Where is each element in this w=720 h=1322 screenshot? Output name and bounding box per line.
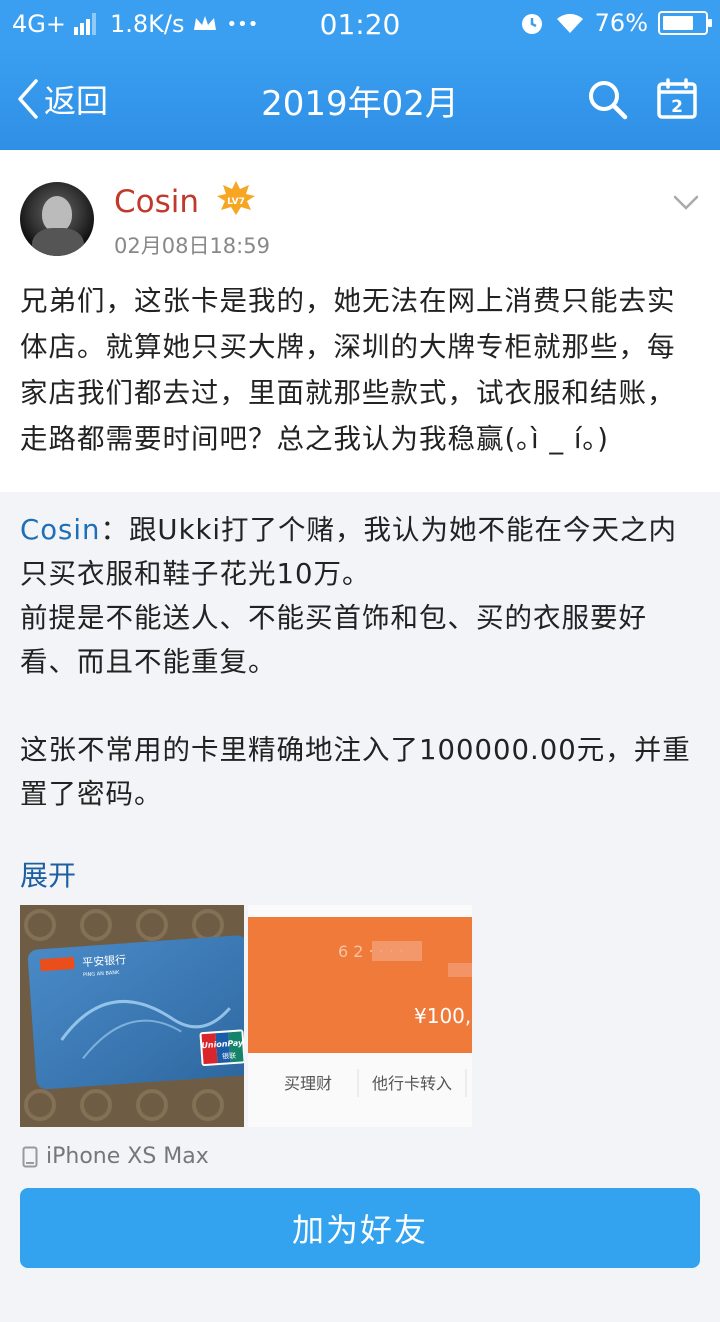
transfer-in-label: 他行卡转入	[372, 1074, 452, 1093]
author-name[interactable]: Cosin	[114, 184, 199, 220]
alarm-icon	[521, 14, 542, 34]
device-name: iPhone XS Max	[46, 1144, 209, 1169]
balance-amount: ¥100,0	[414, 1004, 472, 1028]
battery-percent: 76%	[594, 9, 648, 37]
post-content: 兄弟们，这张卡是我的，她无法在网上消费只能去实体店。就算她只买大牌，深圳的大牌专…	[20, 285, 676, 455]
chevron-down-icon[interactable]	[672, 192, 700, 214]
calendar-day: 2	[671, 97, 683, 117]
unionpay-cn: 银联	[222, 1051, 237, 1061]
quote-content: 跟Ukki打了个赌，我认为她不能在今天之内只买衣服和鞋子花光10万。 前提是不能…	[20, 514, 691, 810]
bank-card-image: 平安银行 PING AN BANK UnionPay 银联	[20, 905, 244, 1127]
nav-bar: 返回 2019年02月 2	[0, 48, 720, 150]
wifi-icon	[556, 13, 583, 33]
status-bar: 4G+ 1.8K/s ••• 01:20 76%	[0, 0, 720, 48]
buy-finance-label: 买理财	[284, 1074, 332, 1093]
quote-author[interactable]: Cosin	[20, 514, 100, 546]
battery-icon	[658, 11, 712, 35]
search-icon[interactable]	[586, 78, 628, 120]
quote-text-block: Cosin：跟Ukki打了个赌，我认为她不能在今天之内只买衣服和鞋子花光10万。…	[20, 508, 700, 816]
bank-app-screenshot[interactable]: 6 2 ‧ ‧ ‧ ‧ ¥100,0 买理财 他行卡转入	[248, 905, 472, 1127]
phone-icon	[22, 1146, 38, 1167]
quote-separator: ：	[100, 514, 129, 546]
post-time: 02月08日18:59	[114, 234, 270, 258]
calendar-icon[interactable]: 2	[656, 78, 698, 120]
avatar[interactable]	[20, 182, 94, 256]
bank-app-image: 6 2 ‧ ‧ ‧ ‧ ¥100,0 买理财 他行卡转入	[248, 905, 472, 1127]
level-badge-label: LV7	[227, 197, 245, 207]
bank-card-photo[interactable]: 平安银行 PING AN BANK UnionPay 银联	[20, 905, 244, 1127]
device-info: iPhone XS Max	[22, 1144, 209, 1169]
expand-link[interactable]: 展开	[20, 854, 76, 894]
level-badge-icon: LV7	[217, 181, 255, 215]
add-friend-button[interactable]: 加为好友	[20, 1188, 700, 1268]
